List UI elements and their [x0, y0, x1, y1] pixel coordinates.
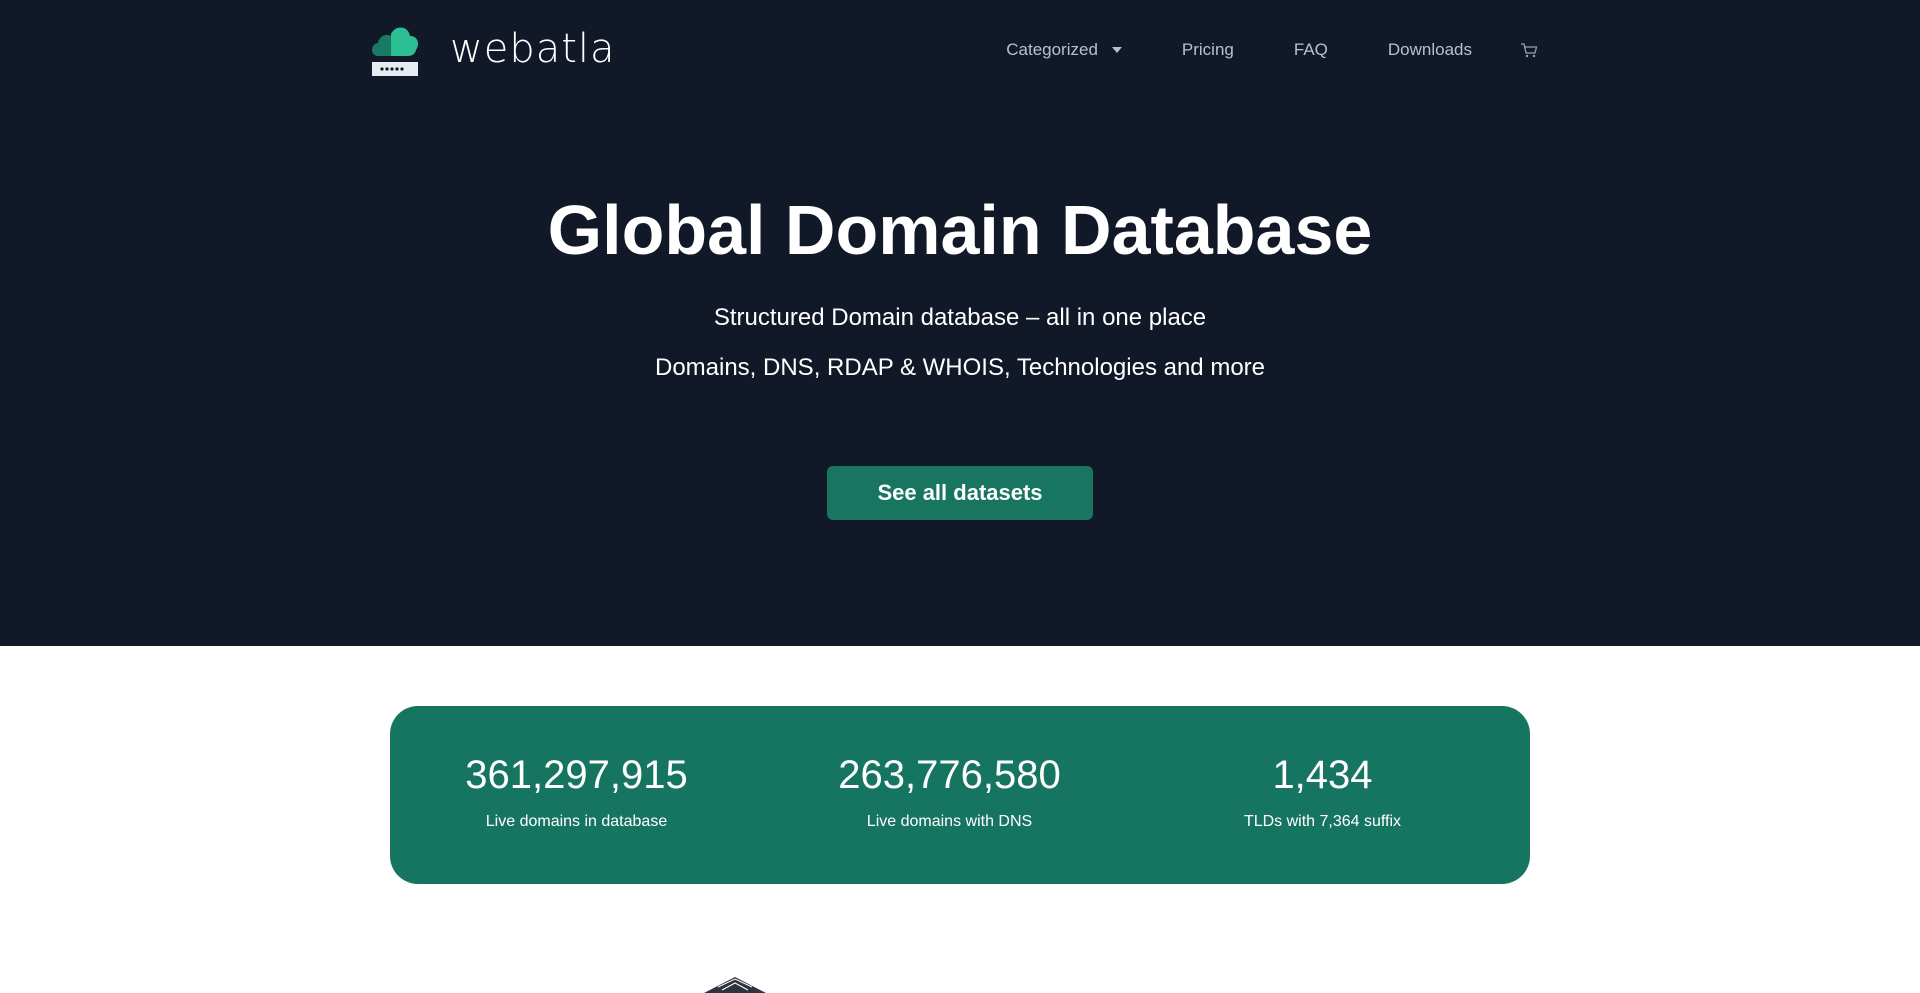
nav-item-faq[interactable]: FAQ	[1294, 40, 1328, 60]
stat-tlds: 1,434 TLDs with 7,364 suffix	[1136, 752, 1509, 832]
stat-live-domains: 361,297,915 Live domains in database	[390, 752, 763, 832]
brand-name: webatla	[450, 26, 616, 72]
logo[interactable]: webatla	[368, 22, 616, 76]
stat-label: Live domains with DNS	[866, 813, 1033, 830]
nav-item-downloads[interactable]: Downloads	[1388, 40, 1472, 60]
stat-label: TLDs with 7,364 suffix	[1243, 813, 1402, 830]
stats-panel: 361,297,915 Live domains in database 263…	[390, 706, 1530, 884]
stat-value: 263,776,580	[838, 753, 1061, 797]
stat-value: 361,297,915	[465, 753, 688, 797]
stat-value: 1,434	[1272, 753, 1373, 797]
cart-icon[interactable]	[1520, 41, 1538, 59]
hero-section: webatla Categorized Pricing FAQ Download…	[0, 0, 1920, 646]
hero-subtitle: Structured Domain database – all in one …	[713, 304, 1207, 331]
main-nav: Categorized Pricing FAQ Downloads	[1006, 38, 1538, 62]
page-title: Global Domain Database	[547, 191, 1373, 269]
nav-item-pricing[interactable]: Pricing	[1182, 40, 1234, 60]
see-all-datasets-button[interactable]: See all datasets	[827, 466, 1093, 520]
hero-features-line: Domains, DNS, RDAP & WHOIS, Technologies…	[654, 354, 1266, 381]
nav-item-label: Categorized	[1006, 40, 1098, 59]
stat-label: Live domains in database	[485, 813, 668, 830]
caret-down-icon	[1111, 47, 1122, 53]
stat-live-domains-dns: 263,776,580 Live domains with DNS	[763, 752, 1136, 832]
nav-item-categorized[interactable]: Categorized	[1006, 40, 1122, 60]
database-illustration-icon	[704, 977, 766, 993]
cloud-server-logo-icon	[372, 27, 418, 76]
